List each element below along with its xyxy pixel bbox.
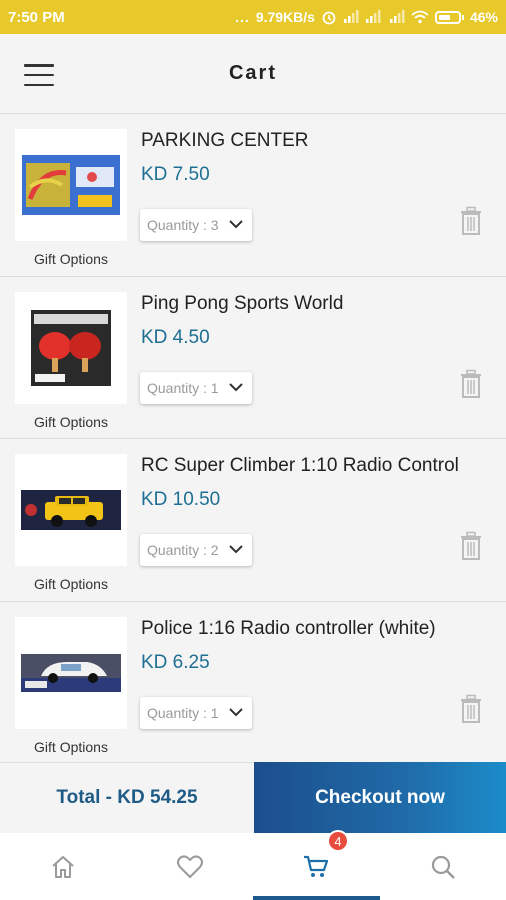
nav-cart[interactable]: 4 [253, 830, 380, 900]
checkout-bar: Total - KD 54.25 Checkout now [0, 762, 506, 833]
search-icon [431, 855, 455, 879]
quantity-label: Quantity : 1 [147, 704, 219, 721]
page-title: Cart [228, 62, 277, 84]
app-header: Cart [0, 34, 506, 114]
chevron-down-icon [229, 707, 243, 716]
nav-wishlist[interactable] [127, 833, 254, 900]
cart-badge: 4 [327, 830, 349, 852]
chevron-down-icon [229, 382, 243, 391]
cart-item: Gift Options PARKING CENTER KD 7.50 Quan… [0, 114, 506, 277]
product-image-rc-super-climber[interactable] [15, 454, 127, 566]
network-speed: 9.79KB/s [255, 9, 315, 25]
quantity-dropdown[interactable]: Quantity : 2 [140, 534, 252, 566]
alarm-icon [322, 11, 336, 25]
delete-icon[interactable] [458, 531, 484, 561]
quantity-dropdown[interactable]: Quantity : 3 [140, 209, 252, 241]
chevron-down-icon [229, 220, 243, 229]
battery-icon [434, 10, 464, 24]
product-price: KD 10.50 [141, 489, 221, 510]
cart-icon [304, 855, 329, 877]
delete-icon[interactable] [458, 206, 484, 236]
gift-options-link[interactable]: Gift Options [15, 251, 127, 267]
signal-icon [343, 10, 359, 23]
checkout-button[interactable]: Checkout now [254, 762, 506, 833]
cart-list: Gift Options PARKING CENTER KD 7.50 Quan… [0, 114, 506, 764]
bottom-nav: 4 [0, 830, 506, 900]
signal-icon-2 [389, 10, 405, 23]
product-name[interactable]: RC Super Climber 1:10 Radio Control [141, 455, 459, 477]
quantity-dropdown[interactable]: Quantity : 1 [140, 371, 252, 404]
delete-icon[interactable] [458, 694, 484, 724]
cart-total: Total - KD 54.25 [0, 762, 254, 833]
gift-options-link[interactable]: Gift Options [15, 739, 127, 755]
wifi-icon [411, 10, 429, 24]
nav-home[interactable] [0, 833, 127, 900]
gift-options-link[interactable]: Gift Options [15, 414, 127, 430]
product-price: KD 4.50 [141, 326, 210, 348]
cart-item: Gift Options Police 1:16 Radio controlle… [0, 601, 506, 764]
gift-options-link[interactable]: Gift Options [15, 576, 127, 592]
cart-item: Gift Options Ping Pong Sports World KD 4… [0, 276, 506, 439]
signal-volte-icon [365, 10, 381, 23]
chevron-down-icon [229, 545, 243, 554]
product-name[interactable]: PARKING CENTER [141, 130, 309, 152]
status-bar: 7:50 PM ... 9.79KB/s 46% [0, 0, 506, 34]
battery-level: 46% [469, 9, 498, 25]
quantity-label: Quantity : 2 [147, 542, 219, 558]
delete-icon[interactable] [458, 369, 484, 399]
quantity-label: Quantity : 1 [147, 379, 219, 396]
quantity-label: Quantity : 3 [147, 217, 219, 233]
product-image-ping-pong[interactable] [15, 291, 127, 404]
cart-item: Gift Options RC Super Climber 1:10 Radio… [0, 439, 506, 602]
product-name[interactable]: Police 1:16 Radio controller (white) [141, 618, 436, 640]
status-time: 7:50 PM [8, 8, 65, 26]
quantity-dropdown[interactable]: Quantity : 1 [140, 696, 252, 729]
product-price: KD 7.50 [141, 164, 210, 185]
product-image-parking-center[interactable] [15, 129, 127, 241]
product-name[interactable]: Ping Pong Sports World [141, 293, 343, 315]
home-icon [52, 855, 74, 878]
heart-icon [176, 854, 203, 878]
status-icons: ... 9.79KB/s 46% [235, 9, 498, 25]
product-price: KD 6.25 [141, 651, 210, 673]
product-image-police-car[interactable] [15, 616, 127, 729]
nav-search[interactable] [380, 833, 506, 900]
notification-dots: ... [235, 9, 250, 25]
